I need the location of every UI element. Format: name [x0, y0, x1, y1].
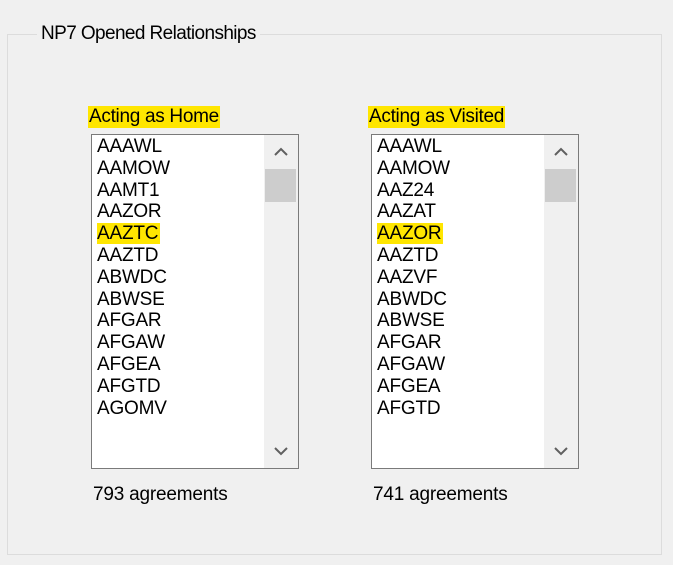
list-item-label: AFGEA: [97, 353, 161, 375]
list-item[interactable]: AAMOW: [97, 158, 264, 180]
list-item[interactable]: AFGAR: [97, 310, 264, 332]
list-item[interactable]: AAMT1: [97, 180, 264, 202]
list-item[interactable]: ABWDC: [97, 267, 264, 289]
home-scrollbar[interactable]: [264, 135, 298, 468]
list-item-label: AAAWL: [97, 136, 162, 157]
list-item[interactable]: AAZ24: [377, 180, 544, 202]
groupbox-title: NP7 Opened Relationships: [37, 23, 260, 45]
chevron-up-icon[interactable]: [264, 135, 298, 169]
home-listbox[interactable]: AAAWL AAMOW AAMT1 AAZOR AAZTC AAZTD ABWDC ABWSE…: [91, 134, 299, 469]
list-item[interactable]: AAZTD: [97, 245, 264, 267]
list-item-label: AFGTD: [377, 397, 441, 419]
chevron-down-icon[interactable]: [544, 434, 578, 468]
list-item-label: AAZOR: [377, 223, 444, 245]
list-item[interactable]: AFGTD: [377, 398, 544, 420]
list-item[interactable]: AAZVF: [377, 267, 544, 289]
list-item-label: AFGAW: [97, 332, 165, 354]
list-item[interactable]: AAZTD: [377, 245, 544, 267]
visited-scroll-thumb[interactable]: [545, 169, 576, 202]
list-item-label: ABWSE: [97, 288, 165, 310]
visited-agreement-count: 741 agreements: [373, 484, 508, 505]
list-item-label: ABWDC: [97, 266, 167, 288]
list-item[interactable]: AAZOR: [377, 223, 544, 245]
list-item[interactable]: AFGAW: [97, 332, 264, 354]
list-item[interactable]: ABWSE: [377, 310, 544, 332]
list-item[interactable]: AFGAR: [377, 332, 544, 354]
visited-list-label: Acting as Visited: [368, 106, 506, 128]
list-item[interactable]: AAMOW: [377, 158, 544, 180]
list-item-label: AGOMV: [97, 397, 167, 419]
list-item-label: AAMOW: [97, 157, 170, 179]
list-item[interactable]: AAZAT: [377, 201, 544, 223]
list-item-label: AAAWL: [377, 136, 442, 157]
list-item-label: AAMOW: [377, 157, 450, 179]
list-item[interactable]: AFGAW: [377, 354, 544, 376]
home-list-items: AAAWL AAMOW AAMT1 AAZOR AAZTC AAZTD ABWDC ABWSE…: [97, 136, 264, 419]
home-list-label: Acting as Home: [88, 106, 220, 128]
list-item-label: AAZVF: [377, 266, 438, 288]
list-item-label: AAZ24: [377, 179, 435, 201]
visited-listbox[interactable]: AAAWL AAMOW AAZ24 AAZAT AAZOR AAZTD AAZVF ABWDC…: [371, 134, 579, 469]
list-item[interactable]: AFGEA: [97, 354, 264, 376]
home-scroll-thumb[interactable]: [265, 169, 296, 202]
list-item-label: AAZOR: [97, 201, 162, 223]
list-item-label: ABWSE: [377, 310, 445, 332]
list-item[interactable]: AAZTC: [97, 223, 264, 245]
list-item-label: AFGAR: [97, 310, 162, 332]
list-item-label: AAZTD: [377, 244, 439, 266]
list-item[interactable]: AAZOR: [97, 201, 264, 223]
list-item-label: AAMT1: [97, 179, 160, 201]
chevron-up-icon[interactable]: [544, 135, 578, 169]
list-item[interactable]: AGOMV: [97, 398, 264, 420]
list-item-label: AFGAW: [377, 353, 445, 375]
list-item-label: AFGEA: [377, 375, 441, 397]
list-item-label: AAZTD: [97, 244, 159, 266]
list-item[interactable]: AFGTD: [97, 376, 264, 398]
list-item-label: AAZTC: [97, 223, 161, 245]
list-item[interactable]: AFGEA: [377, 376, 544, 398]
visited-list-items: AAAWL AAMOW AAZ24 AAZAT AAZOR AAZTD AAZVF ABWDC…: [377, 136, 544, 419]
list-item[interactable]: ABWDC: [377, 289, 544, 311]
list-item[interactable]: AAAWL: [377, 136, 544, 158]
home-agreement-count: 793 agreements: [93, 484, 228, 505]
list-item-label: AAZAT: [377, 201, 436, 223]
list-item-label: AFGAR: [377, 332, 442, 354]
list-item[interactable]: ABWSE: [97, 289, 264, 311]
list-item-label: AFGTD: [97, 375, 161, 397]
chevron-down-icon[interactable]: [264, 434, 298, 468]
list-item[interactable]: AAAWL: [97, 136, 264, 158]
visited-scrollbar[interactable]: [544, 135, 578, 468]
list-item-label: ABWDC: [377, 288, 447, 310]
